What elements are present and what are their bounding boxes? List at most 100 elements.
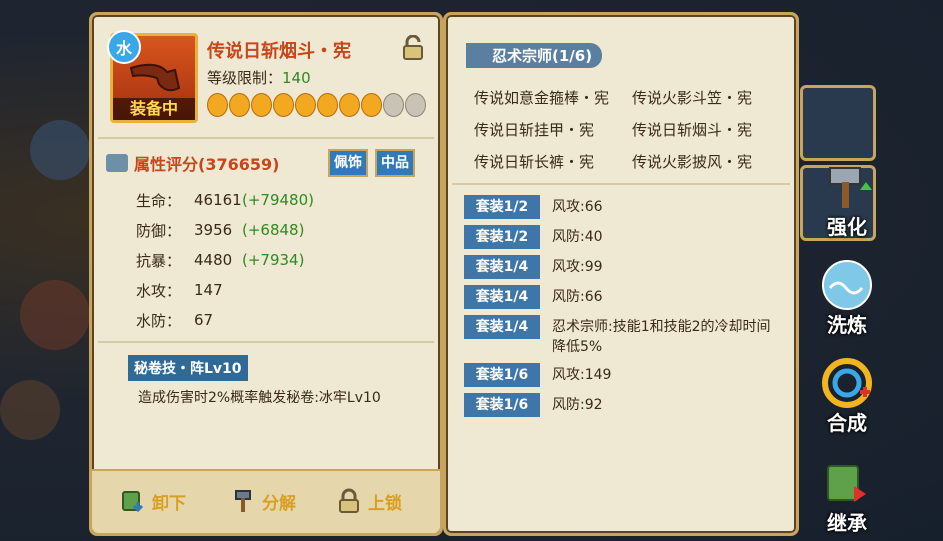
- score-label: 属性评分(376659): [134, 155, 280, 174]
- set-bonus-row: 套装1/4 风攻:99: [464, 255, 784, 279]
- wave-icon: [822, 260, 872, 310]
- lock-button[interactable]: 上锁: [336, 485, 402, 517]
- set-bonus-tag: 套装1/2: [464, 225, 540, 249]
- set-item: 传说日斩烟斗・宪: [632, 120, 753, 139]
- background-decoration: [30, 120, 90, 180]
- level-value: 140: [282, 69, 311, 87]
- set-bonus-tag: 套装1/4: [464, 255, 540, 279]
- set-bonus-row: 套装1/2 风攻:66: [464, 195, 784, 219]
- set-item-row: 传说日斩长裤・宪 传说火影披风・宪: [474, 145, 790, 177]
- set-item: 传说日斩挂甲・宪: [474, 120, 595, 139]
- lock-label: 上锁: [368, 493, 402, 514]
- score-row: 属性评分(376659): [106, 151, 279, 175]
- set-bonus-text: 风防:40: [552, 229, 603, 245]
- stat-row: 水防： 67: [136, 305, 314, 335]
- set-bonus-row: 套装1/4 忍术宗师:技能1和技能2的冷却时间降低5%: [464, 315, 784, 357]
- background-decoration: [20, 280, 90, 350]
- scroll-icon: [106, 154, 128, 172]
- inventory-slot[interactable]: [800, 85, 876, 161]
- set-bonus-tag: 套装1/2: [464, 195, 540, 219]
- divider: [452, 183, 790, 185]
- stat-name: 防御：: [136, 221, 182, 240]
- stat-bonus: (+6848): [242, 221, 305, 239]
- stat-value: 147: [194, 281, 223, 299]
- background-decoration: [0, 380, 60, 440]
- element-badge: 水: [107, 30, 141, 64]
- stat-value: 4480: [194, 251, 233, 269]
- stat-list: 生命： 46161 (+79480) 防御： 3956 (+6848) 抗暴： 4480 (…: [136, 185, 314, 335]
- divider: [98, 137, 434, 139]
- equipped-label: 装备中: [113, 98, 195, 120]
- set-bonus-text: 风防:92: [552, 397, 603, 413]
- divider: [98, 341, 434, 343]
- set-bonus-text: 风攻:149: [552, 367, 612, 383]
- item-detail-panel: 水 装备中 传说日斩烟斗・宪 等级限制：140 属性评分(376659) 佩饰 …: [89, 12, 443, 536]
- stat-name: 生命：: [136, 191, 182, 210]
- set-item-row: 传说如意金箍棒・宪 传说火影斗笠・宪: [474, 81, 790, 113]
- synthesize-icon: [822, 358, 872, 408]
- stat-name: 抗暴：: [136, 251, 182, 270]
- magatama-icon: [383, 93, 404, 117]
- set-item: 传说日斩长裤・宪: [474, 152, 595, 171]
- set-bonus-text: 风防:66: [552, 289, 603, 305]
- lock-icon: [339, 488, 359, 513]
- set-item: 传说如意金箍棒・宪: [474, 88, 610, 107]
- inherit-icon: [827, 465, 866, 502]
- synthesize-label: 合成: [827, 411, 867, 435]
- magatama-icon: [295, 93, 316, 117]
- synthesize-button[interactable]: 合成: [812, 356, 882, 436]
- stat-value: 67: [194, 311, 214, 329]
- set-bonus-panel: 忍术宗师(1/6) 传说如意金箍棒・宪 传说火影斗笠・宪 传说日斩挂甲・宪 传说日斩…: [443, 12, 799, 536]
- stat-row: 水攻： 147: [136, 275, 314, 305]
- stat-row: 防御： 3956 (+6848): [136, 215, 314, 245]
- set-bonus-list: 套装1/2 风攻:66 套装1/2 风防:40 套装1/4 风攻:99 套装1/4 风防…: [464, 195, 784, 423]
- stat-value: 46161: [194, 191, 242, 209]
- set-bonus-tag: 套装1/4: [464, 315, 540, 339]
- level-requirement: 等级限制：140: [207, 67, 311, 88]
- magatama-icon: [273, 93, 294, 117]
- inherit-button[interactable]: 继承: [812, 456, 882, 536]
- magatama-icon: [207, 93, 228, 117]
- refine-button[interactable]: 洗炼: [812, 258, 882, 338]
- decompose-label: 分解: [262, 493, 296, 514]
- magatama-icon: [361, 93, 382, 117]
- stat-bonus: (+7934): [242, 251, 305, 269]
- stat-bonus: (+79480): [242, 191, 314, 209]
- stat-value: 3956: [194, 221, 233, 239]
- stat-name: 水防：: [136, 311, 182, 330]
- magatama-icon: [229, 93, 250, 117]
- unequip-button[interactable]: 卸下: [120, 485, 186, 517]
- accessory-tag: 佩饰: [328, 149, 368, 177]
- enhance-label: 强化: [827, 215, 867, 239]
- magatama-icon: [339, 93, 360, 117]
- magatama-rating: [207, 93, 426, 117]
- set-bonus-text: 忍术宗师:技能1和技能2的冷却时间降低5%: [552, 319, 771, 355]
- hammer-icon: [235, 490, 251, 512]
- pipe-icon: [129, 63, 181, 92]
- decompose-button[interactable]: 分解: [230, 485, 296, 517]
- set-bonus-row: 套装1/6 风攻:149: [464, 363, 784, 387]
- quality-tag: 中品: [375, 149, 415, 177]
- action-bar: 卸下 分解 上锁: [92, 469, 440, 533]
- set-item-row: 传说日斩挂甲・宪 传说日斩烟斗・宪: [474, 113, 790, 145]
- set-bonus-row: 套装1/6 风防:92: [464, 393, 784, 417]
- refine-label: 洗炼: [827, 313, 867, 337]
- stat-name: 水攻：: [136, 281, 182, 300]
- unequip-label: 卸下: [152, 493, 186, 514]
- lock-icon[interactable]: [402, 35, 424, 61]
- magatama-icon: [405, 93, 426, 117]
- skill-tag: 秘卷技・阵Lv10: [128, 355, 248, 381]
- set-bonus-text: 风攻:99: [552, 259, 603, 275]
- item-title: 传说日斩烟斗・宪: [207, 41, 351, 62]
- stat-row: 抗暴： 4480 (+7934): [136, 245, 314, 275]
- item-icon: 水 装备中: [107, 30, 198, 123]
- set-items: 传说如意金箍棒・宪 传说火影斗笠・宪 传说日斩挂甲・宪 传说日斩烟斗・宪 传说日斩长…: [474, 81, 790, 177]
- set-item: 传说火影斗笠・宪: [632, 88, 753, 107]
- stat-row: 生命： 46161 (+79480): [136, 185, 314, 215]
- set-bonus-row: 套装1/2 风防:40: [464, 225, 784, 249]
- magatama-icon: [251, 93, 272, 117]
- set-item: 传说火影披风・宪: [632, 152, 753, 171]
- set-bonus-tag: 套装1/6: [464, 363, 540, 387]
- enhance-button[interactable]: 强化: [812, 160, 882, 240]
- level-label: 等级限制：: [207, 69, 283, 87]
